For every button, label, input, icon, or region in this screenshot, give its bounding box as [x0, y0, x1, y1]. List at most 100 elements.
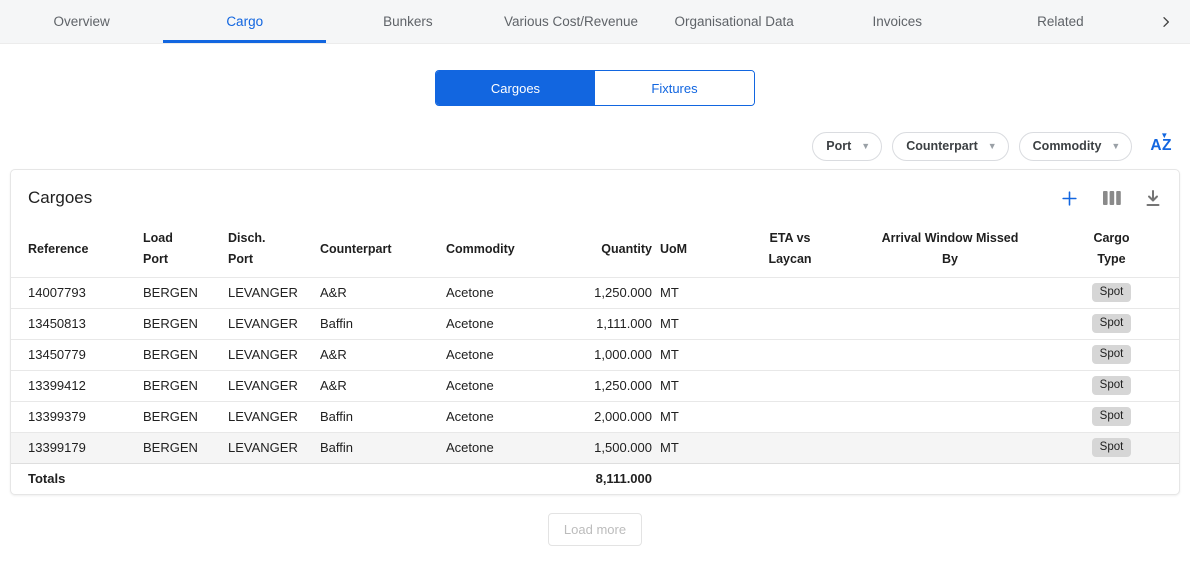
cell-cargo-type: Spot — [1058, 339, 1180, 370]
column-header-arrival-window-missed-by: Arrival Window Missed By — [850, 222, 1058, 277]
cell-arrival-window-missed-by — [850, 401, 1058, 432]
cargoes-table: ReferenceLoad PortDisch. PortCounterpart… — [11, 222, 1180, 494]
totals-empty-cell — [1058, 463, 1180, 494]
totals-empty-cell — [738, 463, 850, 494]
toggle-cargoes-button[interactable]: Cargoes — [436, 71, 595, 105]
cell-arrival-window-missed-by — [850, 339, 1058, 370]
totals-empty-cell — [143, 463, 228, 494]
load-more-button[interactable]: Load more — [548, 513, 642, 546]
table-row[interactable]: 13399379BERGENLEVANGERBaffinAcetone2,000… — [11, 401, 1180, 432]
add-cargo-button[interactable] — [1060, 189, 1079, 208]
filter-chip-port[interactable]: Port▼ — [812, 132, 882, 161]
column-settings-button[interactable] — [1103, 190, 1121, 206]
column-header-eta-vs-laycan: ETA vs Laycan — [738, 222, 850, 277]
cell-quantity: 1,111.000 — [564, 308, 660, 339]
cell-commodity: Acetone — [446, 370, 564, 401]
cargo-type-badge: Spot — [1092, 376, 1132, 396]
cargo-type-badge: Spot — [1092, 283, 1132, 303]
chevron-down-icon: ▼ — [988, 142, 997, 151]
cell-load-port: BERGEN — [143, 401, 228, 432]
cargoes-card: Cargoes Refe — [10, 169, 1180, 495]
cell-cargo-type: Spot — [1058, 370, 1180, 401]
tab-various-cost-revenue[interactable]: Various Cost/Revenue — [489, 0, 652, 43]
chevron-down-icon: ▼ — [1111, 142, 1120, 151]
cell-cargo-type: Spot — [1058, 432, 1180, 463]
column-header-commodity: Commodity — [446, 222, 564, 277]
cell-arrival-window-missed-by — [850, 308, 1058, 339]
cell-uom: MT — [660, 401, 738, 432]
cell-load-port: BERGEN — [143, 277, 228, 308]
tab-invoices[interactable]: Invoices — [816, 0, 979, 43]
cell-arrival-window-missed-by — [850, 432, 1058, 463]
cell-cargo-type: Spot — [1058, 401, 1180, 432]
sort-alphabetical-icon[interactable]: ▼AZ — [1148, 137, 1174, 155]
tab-related[interactable]: Related — [979, 0, 1142, 43]
cell-counterpart: Baffin — [320, 308, 446, 339]
cell-uom: MT — [660, 277, 738, 308]
cell-commodity: Acetone — [446, 401, 564, 432]
cell-reference: 13399379 — [11, 401, 143, 432]
cell-disch-port: LEVANGER — [228, 401, 320, 432]
cell-uom: MT — [660, 339, 738, 370]
column-header-counterpart: Counterpart — [320, 222, 446, 277]
chevron-down-icon: ▼ — [861, 142, 870, 151]
totals-empty-cell — [446, 463, 564, 494]
cell-uom: MT — [660, 308, 738, 339]
cell-load-port: BERGEN — [143, 339, 228, 370]
column-header-reference: Reference — [11, 222, 143, 277]
card-actions — [1060, 189, 1161, 208]
cell-arrival-window-missed-by — [850, 370, 1058, 401]
tab-overview[interactable]: Overview — [0, 0, 163, 43]
column-header-load-port: Load Port — [143, 222, 228, 277]
cell-uom: MT — [660, 432, 738, 463]
cell-counterpart: Baffin — [320, 401, 446, 432]
view-toggle: Cargoes Fixtures — [435, 70, 755, 106]
plus-icon — [1060, 189, 1079, 208]
nav-tabs: OverviewCargoBunkersVarious Cost/Revenue… — [0, 0, 1142, 43]
filter-chip-label: Counterpart — [906, 139, 978, 153]
tab-bunkers[interactable]: Bunkers — [326, 0, 489, 43]
cell-arrival-window-missed-by — [850, 277, 1058, 308]
cell-uom: MT — [660, 370, 738, 401]
cell-disch-port: LEVANGER — [228, 432, 320, 463]
table-row[interactable]: 13450779BERGENLEVANGERA&RAcetone1,000.00… — [11, 339, 1180, 370]
table-totals-row: Totals8,111.000 — [11, 463, 1180, 494]
filter-chip-counterpart[interactable]: Counterpart ▼ — [892, 132, 1008, 161]
totals-label: Totals — [11, 463, 143, 494]
totals-empty-cell — [228, 463, 320, 494]
table-row[interactable]: 14007793BERGENLEVANGERA&RAcetone1,250.00… — [11, 277, 1180, 308]
totals-empty-cell — [660, 463, 738, 494]
chevron-right-icon — [1158, 14, 1174, 30]
filter-chip-commodity[interactable]: Commodity ▼ — [1019, 132, 1133, 161]
cell-cargo-type: Spot — [1058, 308, 1180, 339]
cell-disch-port: LEVANGER — [228, 308, 320, 339]
tab-organisational-data[interactable]: Organisational Data — [653, 0, 816, 43]
filter-row: Port▼ Counterpart ▼ Commodity ▼ ▼AZ — [10, 131, 1174, 161]
nav-overflow-button[interactable] — [1142, 0, 1190, 43]
download-button[interactable] — [1145, 190, 1161, 207]
cell-reference: 14007793 — [11, 277, 143, 308]
cell-quantity: 1,250.000 — [564, 370, 660, 401]
table-header-row: ReferenceLoad PortDisch. PortCounterpart… — [11, 222, 1180, 277]
table-row[interactable]: 13399412BERGENLEVANGERA&RAcetone1,250.00… — [11, 370, 1180, 401]
cell-eta-vs-laycan — [738, 308, 850, 339]
cell-disch-port: LEVANGER — [228, 370, 320, 401]
cell-commodity: Acetone — [446, 432, 564, 463]
cell-disch-port: LEVANGER — [228, 339, 320, 370]
cell-counterpart: A&R — [320, 277, 446, 308]
cell-quantity: 1,000.000 — [564, 339, 660, 370]
column-header-disch-port: Disch. Port — [228, 222, 320, 277]
tab-cargo[interactable]: Cargo — [163, 0, 326, 43]
cell-reference: 13399179 — [11, 432, 143, 463]
cell-reference: 13399412 — [11, 370, 143, 401]
table-row[interactable]: 13450813BERGENLEVANGERBaffinAcetone1,111… — [11, 308, 1180, 339]
table-row[interactable]: 13399179BERGENLEVANGERBaffinAcetone1,500… — [11, 432, 1180, 463]
cell-eta-vs-laycan — [738, 432, 850, 463]
cell-commodity: Acetone — [446, 339, 564, 370]
cell-commodity: Acetone — [446, 308, 564, 339]
cell-commodity: Acetone — [446, 277, 564, 308]
cell-quantity: 1,250.000 — [564, 277, 660, 308]
toggle-fixtures-button[interactable]: Fixtures — [595, 71, 754, 105]
filter-chip-label: Commodity — [1033, 139, 1102, 153]
filter-chips: Port▼ Counterpart ▼ Commodity ▼ — [812, 132, 1132, 161]
